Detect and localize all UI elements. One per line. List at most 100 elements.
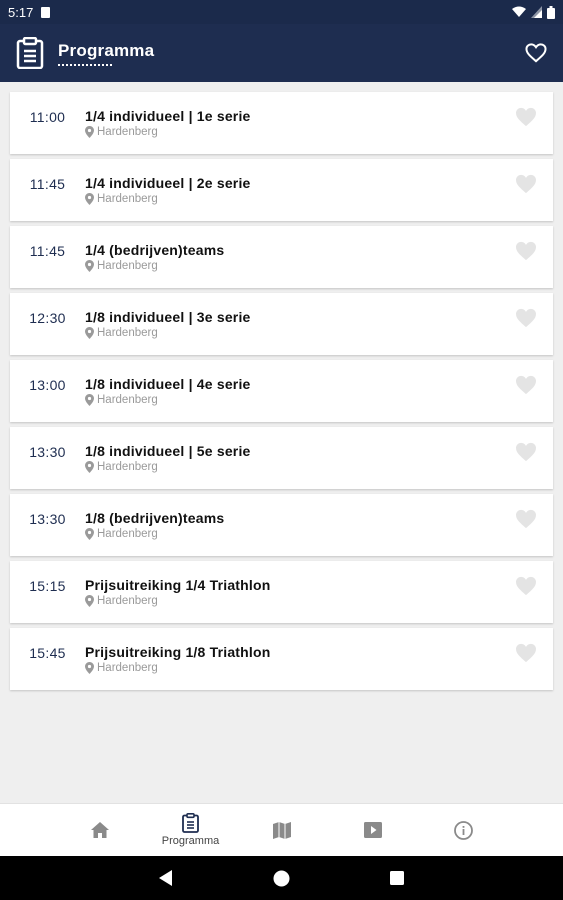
event-card[interactable]: 11:45 1/4 individueel | 2e serie Hardenb… <box>10 159 553 221</box>
signal-icon <box>531 6 542 18</box>
favorite-heart-icon[interactable] <box>515 308 537 328</box>
event-title: 1/8 (bedrijven)teams <box>85 510 225 526</box>
event-title: 1/8 individueel | 3e serie <box>85 309 251 325</box>
location-pin-icon <box>85 394 94 406</box>
event-time: 11:45 <box>29 176 66 192</box>
info-icon <box>454 820 473 840</box>
event-time: 13:30 <box>29 511 66 527</box>
recents-icon[interactable] <box>390 871 404 885</box>
event-info: 1/4 individueel | 2e serie Hardenberg <box>85 159 251 205</box>
event-card[interactable]: 15:45 Prijsuitreiking 1/8 Triathlon Hard… <box>10 628 553 690</box>
event-location-label: Hardenberg <box>97 662 158 674</box>
clipboard-icon <box>182 813 199 833</box>
event-title: 1/8 individueel | 5e serie <box>85 443 251 459</box>
event-card[interactable]: 13:00 1/8 individueel | 4e serie Hardenb… <box>10 360 553 422</box>
nav-info[interactable] <box>418 804 509 856</box>
event-location: Hardenberg <box>85 193 251 205</box>
event-location: Hardenberg <box>85 327 251 339</box>
event-location: Hardenberg <box>85 126 251 138</box>
event-time: 12:30 <box>29 310 66 326</box>
bottom-nav: Programma <box>0 803 563 856</box>
event-title: Prijsuitreiking 1/8 Triathlon <box>85 644 271 660</box>
favorites-heart-icon[interactable] <box>525 43 547 63</box>
location-pin-icon <box>85 595 94 607</box>
page-title: Programma <box>58 40 155 60</box>
wifi-icon <box>512 6 526 17</box>
event-time: 13:00 <box>29 377 66 393</box>
favorite-heart-icon[interactable] <box>515 643 537 663</box>
favorite-heart-icon[interactable] <box>515 576 537 596</box>
event-info: 1/4 (bedrijven)teams Hardenberg <box>85 226 224 272</box>
event-location-label: Hardenberg <box>97 461 158 473</box>
home-button-icon[interactable] <box>273 870 290 887</box>
event-title: 1/8 individueel | 4e serie <box>85 376 251 392</box>
event-info: Prijsuitreiking 1/4 Triathlon Hardenberg <box>85 561 271 607</box>
favorite-heart-icon[interactable] <box>515 107 537 127</box>
favorite-heart-icon[interactable] <box>515 375 537 395</box>
nav-programma-label: Programma <box>161 835 220 847</box>
event-info: 1/8 individueel | 3e serie Hardenberg <box>85 293 251 339</box>
location-pin-icon <box>85 126 94 138</box>
nav-map[interactable] <box>236 804 327 856</box>
event-location: Hardenberg <box>85 528 224 540</box>
event-title: 1/4 individueel | 2e serie <box>85 175 251 191</box>
event-location: Hardenberg <box>85 260 224 272</box>
event-card[interactable]: 11:00 1/4 individueel | 1e serie Hardenb… <box>10 92 553 154</box>
location-pin-icon <box>85 260 94 272</box>
event-location: Hardenberg <box>85 461 251 473</box>
event-location-label: Hardenberg <box>97 260 158 272</box>
event-card[interactable]: 12:30 1/8 individueel | 3e serie Hardenb… <box>10 293 553 355</box>
status-bar: 5:17 <box>0 0 563 24</box>
home-icon <box>90 822 109 838</box>
event-list: 11:00 1/4 individueel | 1e serie Hardenb… <box>10 92 553 695</box>
event-time: 15:45 <box>29 645 66 661</box>
event-info: 1/8 individueel | 5e serie Hardenberg <box>85 427 251 473</box>
system-nav-bar <box>0 856 563 900</box>
favorite-heart-icon[interactable] <box>515 442 537 462</box>
event-info: Prijsuitreiking 1/8 Triathlon Hardenberg <box>85 628 271 674</box>
location-pin-icon <box>85 461 94 473</box>
favorite-heart-icon[interactable] <box>515 241 537 261</box>
app-bar-title-wrap: Programma <box>58 41 154 66</box>
favorite-heart-icon[interactable] <box>515 509 537 529</box>
event-card[interactable]: 13:30 1/8 individueel | 5e serie Hardenb… <box>10 427 553 489</box>
event-time: 13:30 <box>29 444 66 460</box>
event-location-label: Hardenberg <box>97 595 158 607</box>
app-bar: Programma <box>0 24 563 82</box>
battery-icon <box>547 5 555 19</box>
nav-programma[interactable]: Programma <box>145 804 236 856</box>
title-underline <box>58 63 112 66</box>
event-time: 11:45 <box>29 243 66 259</box>
event-location-label: Hardenberg <box>97 126 158 138</box>
event-card[interactable]: 13:30 1/8 (bedrijven)teams Hardenberg <box>10 494 553 556</box>
event-info: 1/4 individueel | 1e serie Hardenberg <box>85 92 251 138</box>
event-time: 15:15 <box>29 578 66 594</box>
event-location-label: Hardenberg <box>97 528 158 540</box>
status-time: 5:17 <box>8 4 34 20</box>
event-info: 1/8 individueel | 4e serie Hardenberg <box>85 360 251 406</box>
event-location: Hardenberg <box>85 595 271 607</box>
event-card[interactable]: 11:45 1/4 (bedrijven)teams Hardenberg <box>10 226 553 288</box>
nav-video[interactable] <box>327 804 418 856</box>
event-info: 1/8 (bedrijven)teams Hardenberg <box>85 494 224 540</box>
location-pin-icon <box>85 327 94 339</box>
event-location: Hardenberg <box>85 662 271 674</box>
event-location-label: Hardenberg <box>97 394 158 406</box>
event-location: Hardenberg <box>85 394 251 406</box>
event-time: 11:00 <box>29 109 66 125</box>
back-icon[interactable] <box>159 870 173 886</box>
event-title: 1/4 individueel | 1e serie <box>85 108 251 124</box>
favorite-heart-icon[interactable] <box>515 174 537 194</box>
sim-card-icon <box>41 6 51 18</box>
event-title: 1/4 (bedrijven)teams <box>85 242 225 258</box>
nav-home[interactable] <box>54 804 145 856</box>
clipboard-icon <box>16 37 44 69</box>
event-location-label: Hardenberg <box>97 327 158 339</box>
location-pin-icon <box>85 528 94 540</box>
event-title: Prijsuitreiking 1/4 Triathlon <box>85 577 271 593</box>
event-location-label: Hardenberg <box>97 193 158 205</box>
event-card[interactable]: 15:15 Prijsuitreiking 1/4 Triathlon Hard… <box>10 561 553 623</box>
location-pin-icon <box>85 193 94 205</box>
map-icon <box>272 821 291 839</box>
status-icons <box>512 5 555 19</box>
